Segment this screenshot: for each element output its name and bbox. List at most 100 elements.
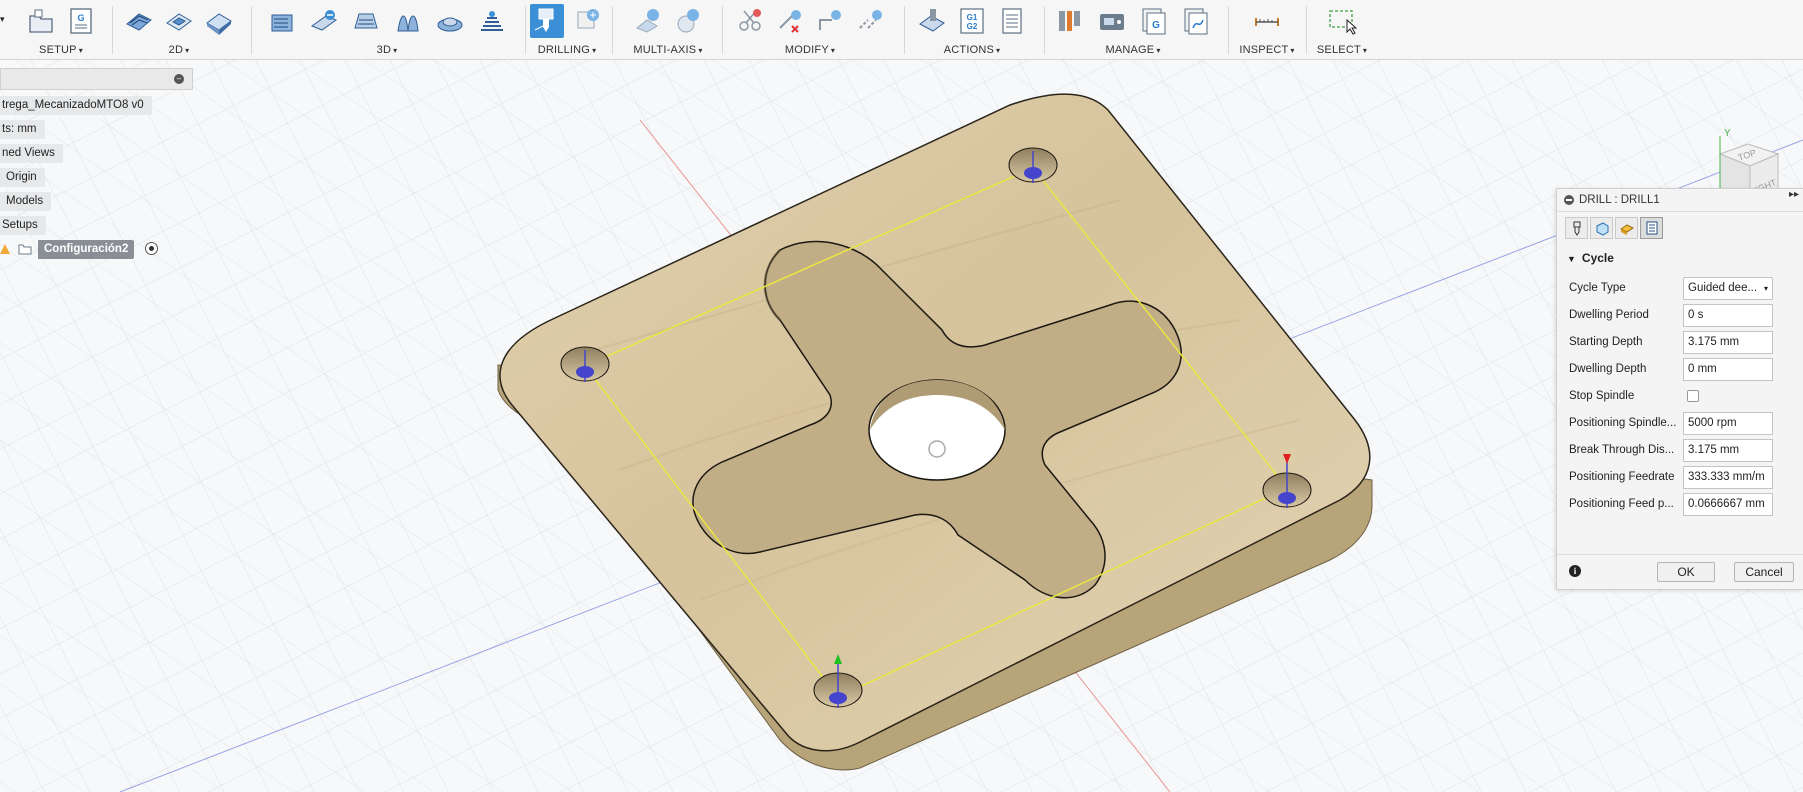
- svg-text:G1: G1: [967, 13, 978, 22]
- panel-footer: i OK Cancel: [1557, 554, 1803, 589]
- generate-gcode-icon[interactable]: G1 G2: [955, 4, 989, 38]
- collapse-icon[interactable]: –: [174, 74, 184, 84]
- toolbar: ▾ G SETUP ▾ 2D ▾ 3D ▾ DRILLING ▾ MULTI-A…: [0, 0, 1803, 60]
- toolbar-group-drilling: DRILLING ▾: [530, 0, 604, 60]
- dwelling-period-input[interactable]: 0 s: [1683, 304, 1773, 327]
- template-library-icon[interactable]: [1179, 4, 1213, 38]
- browser-node-named-views[interactable]: ned Views: [0, 144, 63, 163]
- tab-cycle[interactable]: [1640, 217, 1663, 239]
- 2d-pocket-icon[interactable]: [162, 4, 196, 38]
- setup-sheet-icon[interactable]: [995, 4, 1029, 38]
- scallop-icon[interactable]: [475, 4, 509, 38]
- toolbar-group-label[interactable]: INSPECT ▾: [1234, 44, 1300, 56]
- adaptive-clearing-icon[interactable]: [265, 4, 299, 38]
- svg-text:G: G: [77, 13, 84, 23]
- multi-axis-contour-icon[interactable]: [671, 4, 705, 38]
- positioning-spindle-input[interactable]: 5000 rpm: [1683, 412, 1773, 435]
- tab-heights[interactable]: [1615, 217, 1638, 239]
- axis-y-label: Y: [1724, 128, 1731, 139]
- toolbar-group-setup: G SETUP ▾: [20, 0, 102, 60]
- swarf-icon[interactable]: [631, 4, 665, 38]
- cancel-button[interactable]: Cancel: [1734, 562, 1794, 582]
- toolbar-group-label[interactable]: 3D ▾: [258, 44, 516, 56]
- toolbar-group-label[interactable]: 2D ▾: [118, 44, 240, 56]
- param-row-positioning-feed-per: Positioning Feed p... 0.0666667 mm: [1557, 491, 1803, 518]
- browser-header: –: [0, 68, 193, 90]
- activate-setup-icon[interactable]: [145, 242, 158, 255]
- toolbar-group-label[interactable]: MULTI-AXIS ▾: [618, 44, 718, 56]
- param-row-cycle-type: Cycle Type Guided dee... ▾: [1557, 275, 1803, 302]
- stop-spindle-checkbox[interactable]: [1687, 390, 1699, 402]
- browser-node-document[interactable]: trega_MecanizadoMTO8 v0: [0, 96, 152, 115]
- param-row-dwelling-depth: Dwelling Depth 0 mm: [1557, 356, 1803, 383]
- browser-node-origin[interactable]: Origin: [0, 168, 45, 187]
- expand-panel-icon[interactable]: ▸▸: [1789, 189, 1799, 200]
- browser-node-setups[interactable]: Setups: [0, 216, 46, 235]
- browser-node-setup-configuracion2[interactable]: Configuración2: [38, 240, 135, 259]
- toolbar-group-label[interactable]: ACTIONS ▾: [912, 44, 1032, 56]
- toolbar-group-manage: G MANAGE ▾: [1050, 0, 1216, 60]
- tool-tab-icon: [1573, 221, 1580, 236]
- drill-operation-panel: DRILL : DRILL1 ▸▸ ▼ Cycle Cycle Type Guid…: [1556, 188, 1803, 590]
- positioning-feed-per-input[interactable]: 0.0666667 mm: [1683, 493, 1773, 516]
- cycle-tab-icon: [1646, 221, 1657, 235]
- param-row-positioning-feedrate: Positioning Feedrate 333.333 mm/m: [1557, 464, 1803, 491]
- 3d-scene[interactable]: [0, 60, 1803, 792]
- toolbar-group-2d: 2D ▾: [118, 0, 240, 60]
- ok-button[interactable]: OK: [1657, 562, 1715, 582]
- tab-tool[interactable]: [1565, 217, 1588, 239]
- panel-title: DRILL : DRILL1: [1557, 189, 1803, 212]
- cycle-type-select[interactable]: Guided dee... ▾: [1683, 277, 1773, 300]
- steep-and-shallow-icon[interactable]: [349, 4, 383, 38]
- geometry-tab-icon: [1596, 222, 1608, 236]
- toolbar-group-modify: MODIFY ▾: [730, 0, 890, 60]
- workspace-dropdown-caret[interactable]: ▾: [0, 14, 5, 25]
- contour-icon[interactable]: [391, 4, 425, 38]
- param-row-starting-depth: Starting Depth 3.175 mm: [1557, 329, 1803, 356]
- 2d-face-icon[interactable]: [202, 4, 236, 38]
- drill-icon[interactable]: [530, 4, 564, 38]
- toolbar-group-label[interactable]: MODIFY ▾: [730, 44, 890, 56]
- window-select-icon[interactable]: [1325, 4, 1359, 38]
- browser-node-units[interactable]: ts: mm: [0, 120, 45, 139]
- param-row-stop-spindle: Stop Spindle: [1557, 383, 1803, 410]
- info-icon[interactable]: i: [1569, 565, 1581, 577]
- starting-depth-input[interactable]: 3.175 mm: [1683, 331, 1773, 354]
- toolbar-group-actions: G1 G2 ACTIONS ▾: [912, 0, 1032, 60]
- positioning-feedrate-input[interactable]: 333.333 mm/m: [1683, 466, 1773, 489]
- measure-icon[interactable]: [1250, 4, 1284, 38]
- param-row-dwelling-period: Dwelling Period 0 s: [1557, 302, 1803, 329]
- simulate-icon[interactable]: [915, 4, 949, 38]
- svg-text:G2: G2: [967, 22, 978, 31]
- param-row-break-through: Break Through Dis... 3.175 mm: [1557, 437, 1803, 464]
- panel-tabs: [1565, 217, 1663, 241]
- toolbar-group-multi-axis: MULTI-AXIS ▾: [618, 0, 718, 60]
- heights-tab-icon: [1619, 224, 1634, 235]
- param-row-positioning-spindle: Positioning Spindle... 5000 rpm: [1557, 410, 1803, 437]
- toolbar-group-label[interactable]: MANAGE ▾: [1050, 44, 1216, 56]
- canvas-viewport[interactable]: TOP RIGHT Y Z X: [0, 60, 1803, 792]
- delete-toolpath-icon[interactable]: [773, 4, 807, 38]
- move-toolpath-icon[interactable]: [813, 4, 847, 38]
- tool-library-icon[interactable]: [1053, 4, 1087, 38]
- machine-library-icon[interactable]: [1095, 4, 1129, 38]
- break-through-input[interactable]: 3.175 mm: [1683, 439, 1773, 462]
- toolbar-group-label[interactable]: SELECT ▾: [1312, 44, 1372, 56]
- 2d-adaptive-icon[interactable]: [122, 4, 156, 38]
- post-library-icon[interactable]: G: [1137, 4, 1171, 38]
- tab-geometry[interactable]: [1590, 217, 1613, 239]
- toolbar-group-3d: 3D ▾: [258, 0, 516, 60]
- dwelling-depth-input[interactable]: 0 mm: [1683, 358, 1773, 381]
- toolbar-group-label[interactable]: DRILLING ▾: [530, 44, 604, 56]
- post-process-icon[interactable]: G: [64, 4, 98, 38]
- hole-recognition-icon[interactable]: [570, 4, 604, 38]
- toolbar-group-label[interactable]: SETUP ▾: [20, 44, 102, 56]
- scissors-icon[interactable]: [733, 4, 767, 38]
- parallel-icon[interactable]: [433, 4, 467, 38]
- new-setup-icon[interactable]: [24, 4, 58, 38]
- pocket-clearing-icon[interactable]: [307, 4, 341, 38]
- section-header-cycle[interactable]: ▼ Cycle: [1567, 251, 1614, 265]
- browser-node-models[interactable]: Models: [0, 192, 52, 211]
- pattern-icon[interactable]: [853, 4, 887, 38]
- toolbar-group-inspect: INSPECT ▾: [1234, 0, 1300, 60]
